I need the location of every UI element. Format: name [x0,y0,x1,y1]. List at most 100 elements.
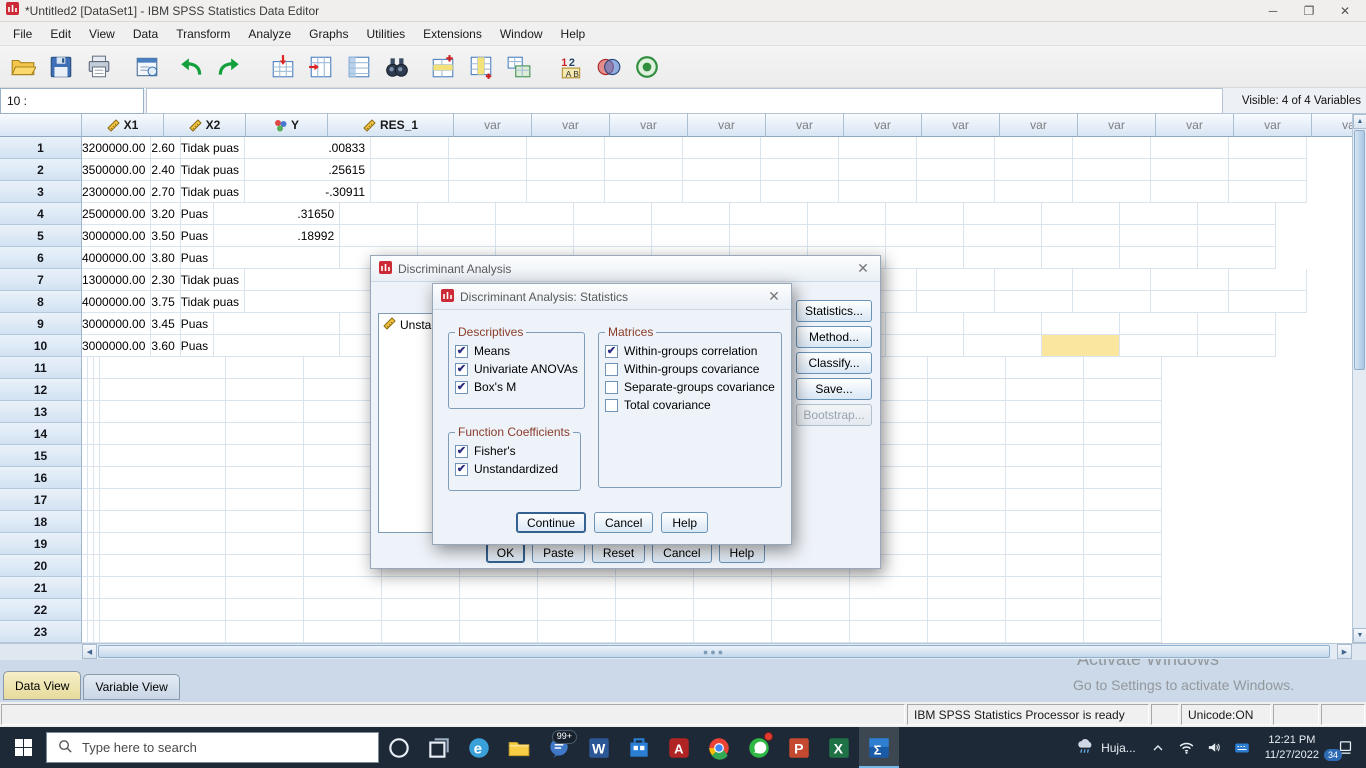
checkbox-total-covariance[interactable]: Total covariance [605,398,775,412]
empty-cell[interactable] [1120,225,1198,247]
empty-cell[interactable] [527,137,605,159]
empty-cell[interactable] [605,159,683,181]
empty-cell[interactable] [1073,137,1151,159]
empty-cell[interactable] [928,467,1006,489]
horizontal-scroll-thumb[interactable]: ●●● [98,645,1330,658]
data-cell[interactable]: Puas [181,313,214,335]
row-number[interactable]: 4 [0,203,82,225]
menu-help[interactable]: Help [552,22,595,45]
empty-cell[interactable] [1084,621,1162,643]
menu-data[interactable]: Data [124,22,167,45]
dialog-button-reset[interactable]: Reset [592,543,645,563]
empty-cell[interactable] [382,621,460,643]
checkbox-fisher-s[interactable]: ✔Fisher's [455,444,574,458]
empty-cell[interactable] [1042,225,1120,247]
network-icon[interactable] [1173,727,1200,768]
empty-cell[interactable] [226,511,304,533]
maximize-button[interactable]: ❐ [1294,0,1324,22]
row-number[interactable]: 1 [0,137,82,159]
empty-cell[interactable] [928,489,1006,511]
empty-cell[interactable] [652,225,730,247]
data-cell[interactable] [214,313,340,335]
empty-cell[interactable] [917,269,995,291]
empty-cell[interactable] [964,247,1042,269]
checkbox-box[interactable] [605,399,618,412]
data-cell[interactable] [100,445,226,467]
empty-cell[interactable] [808,203,886,225]
checkbox-box[interactable]: ✔ [455,345,468,358]
empty-cell[interactable] [683,181,761,203]
row-number[interactable]: 7 [0,269,82,291]
empty-cell[interactable] [1120,247,1198,269]
taskbar-task-view-button[interactable] [419,727,459,768]
empty-cell[interactable] [340,203,418,225]
data-cell[interactable]: 4000000.00 [82,247,151,269]
checkbox-box[interactable]: ✔ [455,463,468,476]
empty-cell[interactable] [496,225,574,247]
empty-cell[interactable] [1229,291,1307,313]
start-button[interactable] [0,727,46,768]
empty-cell[interactable] [616,599,694,621]
data-cell[interactable] [100,357,226,379]
toolbar-goto-case-button[interactable] [264,49,302,85]
empty-cell[interactable] [226,577,304,599]
row-number[interactable]: 17 [0,489,82,511]
checkbox-means[interactable]: ✔Means [455,344,578,358]
data-cell[interactable]: 2500000.00 [82,203,151,225]
row-number[interactable]: 5 [0,225,82,247]
empty-cell[interactable] [995,291,1073,313]
checkbox-unstandardized[interactable]: ✔Unstandardized [455,462,574,476]
toolbar-split-file-button[interactable] [500,49,538,85]
data-cell[interactable]: .18992 [214,225,340,247]
empty-cell[interactable] [886,247,964,269]
empty-cell[interactable] [460,599,538,621]
toolbar-show-all-variables-button[interactable] [628,49,666,85]
data-cell[interactable] [245,269,371,291]
empty-cell[interactable] [226,599,304,621]
data-cell[interactable]: 3000000.00 [82,313,151,335]
empty-cell[interactable] [449,181,527,203]
input-indicator-icon[interactable] [1229,727,1256,768]
data-cell[interactable]: Tidak puas [181,181,245,203]
empty-cell[interactable] [850,599,928,621]
empty-cell[interactable] [371,181,449,203]
empty-cell[interactable] [1229,269,1307,291]
data-cell[interactable]: -.30911 [245,181,371,203]
data-cell[interactable]: 2300000.00 [82,181,151,203]
empty-cell[interactable] [886,225,964,247]
dialog-button-help[interactable]: Help [719,543,766,563]
data-cell[interactable]: 3.60 [151,335,180,357]
volume-icon[interactable] [1201,727,1228,768]
row-number[interactable]: 14 [0,423,82,445]
menu-window[interactable]: Window [491,22,552,45]
empty-cell[interactable] [1151,291,1229,313]
empty-cell[interactable] [418,225,496,247]
empty-cell[interactable] [527,181,605,203]
data-cell[interactable]: .31650 [214,203,340,225]
empty-cell[interactable] [226,621,304,643]
empty-cell[interactable] [496,203,574,225]
menu-transform[interactable]: Transform [167,22,239,45]
empty-cell[interactable] [1073,291,1151,313]
column-header-var[interactable]: var [922,114,1000,137]
empty-cell[interactable] [1084,357,1162,379]
menu-utilities[interactable]: Utilities [357,22,414,45]
data-cell[interactable] [214,335,340,357]
empty-cell[interactable] [226,467,304,489]
horizontal-scrollbar[interactable]: ◀ ●●● ▶ [0,643,1366,659]
data-cell[interactable] [100,533,226,555]
checkbox-box[interactable] [605,381,618,394]
toolbar-variables-button[interactable] [340,49,378,85]
checkbox-box[interactable]: ✔ [605,345,618,358]
data-cell[interactable] [100,489,226,511]
empty-cell[interactable] [1151,181,1229,203]
taskbar-file-explorer-button[interactable] [499,727,539,768]
column-header-var[interactable]: var [532,114,610,137]
empty-cell[interactable] [839,159,917,181]
row-number[interactable]: 20 [0,555,82,577]
empty-cell[interactable] [850,577,928,599]
empty-cell[interactable] [1042,313,1120,335]
row-number[interactable]: 3 [0,181,82,203]
taskbar-adobe-acrobat-button[interactable]: A [659,727,699,768]
empty-cell[interactable] [1006,423,1084,445]
